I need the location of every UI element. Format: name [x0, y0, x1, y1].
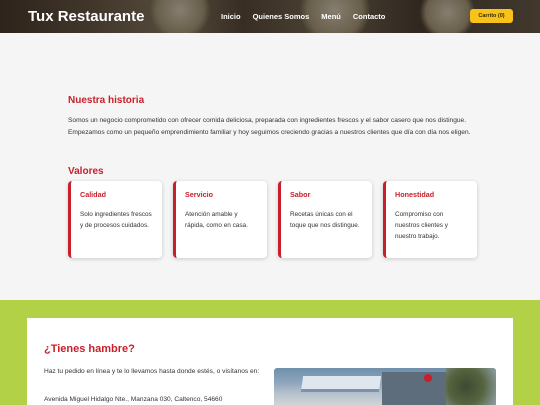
value-card-title: Sabor	[290, 190, 311, 199]
brand-logo[interactable]: Tux Restaurante	[28, 8, 144, 25]
nav-quienes-somos[interactable]: Quienes Somos	[253, 12, 310, 21]
nav-contacto[interactable]: Contacto	[353, 12, 386, 21]
cart-button[interactable]: Carrito (0)	[470, 9, 513, 23]
values-title: Valores	[68, 166, 104, 177]
value-card-calidad: Calidad Solo ingredientes frescos y de p…	[68, 181, 162, 258]
value-card-title: Servicio	[185, 190, 213, 199]
nav-menu[interactable]: Menú	[321, 12, 341, 21]
contact-title: ¿Tienes hambre?	[44, 343, 135, 355]
contact-text: Haz tu pedido en línea y te lo llevamos …	[44, 368, 260, 375]
nav-inicio[interactable]: Inicio	[221, 12, 241, 21]
value-card-text: Compromiso con nuestros clientes y nuest…	[395, 211, 448, 240]
contact-address: Avenida Miguel Hidalgo Nte., Manzana 030…	[44, 396, 223, 403]
value-card-servicio: Servicio Atención amable y rápida, como …	[173, 181, 267, 258]
value-card-title: Calidad	[80, 190, 106, 199]
value-card-title: Honestidad	[395, 190, 435, 199]
values-cards: Calidad Solo ingredientes frescos y de p…	[68, 181, 477, 258]
history-text: Somos un negocio comprometido con ofrece…	[68, 117, 471, 136]
site-header: Tux Restaurante Inicio Quienes Somos Men…	[0, 0, 540, 33]
value-card-honestidad: Honestidad Compromiso con nuestros clien…	[383, 181, 477, 258]
value-card-text: Atención amable y rápida, como en casa.	[185, 211, 248, 229]
value-card-text: Solo ingredientes frescos y de procesos …	[80, 211, 152, 229]
main-nav: Inicio Quienes Somos Menú Contacto	[221, 12, 385, 21]
value-card-text: Recetas únicas con el toque que nos dist…	[290, 211, 360, 229]
restaurant-photo	[274, 368, 496, 405]
value-card-sabor: Sabor Recetas únicas con el toque que no…	[278, 181, 372, 258]
history-title: Nuestra historia	[68, 95, 145, 106]
